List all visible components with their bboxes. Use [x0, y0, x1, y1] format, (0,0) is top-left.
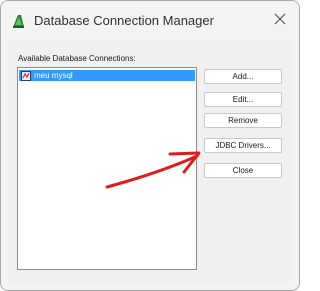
connection-name: meu mysql [34, 71, 73, 80]
database-icon [21, 70, 31, 81]
dialog-content: Available Database Connections: meu mysq… [7, 41, 293, 281]
connection-list-item[interactable]: meu mysql [19, 70, 195, 81]
add-button[interactable]: Add... [204, 69, 282, 84]
remove-button[interactable]: Remove [204, 113, 282, 128]
connections-list-label: Available Database Connections: [18, 54, 136, 63]
edit-button[interactable]: Edit... [204, 92, 282, 107]
connections-listbox[interactable]: meu mysql [17, 67, 197, 270]
window-title: Database Connection Manager [34, 13, 214, 28]
jdbc-drivers-button[interactable]: JDBC Drivers... [204, 138, 282, 153]
close-window-button[interactable] [267, 9, 293, 33]
database-connection-manager-window: Database Connection Manager Available Da… [0, 0, 300, 291]
app-icon [11, 13, 27, 29]
title-bar: Database Connection Manager [1, 1, 299, 41]
close-icon[interactable] [274, 12, 286, 30]
close-button[interactable]: Close [204, 163, 282, 178]
